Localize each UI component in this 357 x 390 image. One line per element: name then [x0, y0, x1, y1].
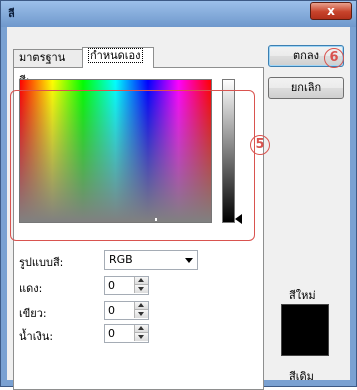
- color-dialog-window: ลี x มาตรฐาน กำหนดเอง สี: รูปแบบสี: R: [0, 0, 357, 390]
- close-button[interactable]: x: [310, 2, 352, 20]
- red-label: แดง:: [19, 282, 43, 295]
- dialog-body: มาตรฐาน กำหนดเอง สี: รูปแบบสี: RGB แดง:: [7, 27, 350, 390]
- green-value: 0: [108, 304, 115, 317]
- blue-label: น้ำเงิน:: [19, 330, 54, 343]
- annotation-marker-6: 6: [324, 48, 344, 68]
- annotation-marker-5: 5: [250, 135, 270, 155]
- app-icon: ลี: [8, 7, 15, 20]
- green-increment-button[interactable]: [134, 302, 148, 310]
- cancel-label: ยกเลิก: [290, 81, 322, 94]
- up-arrow-icon: [138, 326, 144, 330]
- down-arrow-icon: [138, 312, 144, 316]
- color-model-label: รูปแบบสี:: [19, 256, 64, 269]
- blue-value: 0: [108, 327, 115, 340]
- up-arrow-icon: [138, 278, 144, 282]
- ok-label: ตกลง: [293, 49, 319, 62]
- tab-custom-label: กำหนดเอง: [88, 48, 143, 63]
- color-preview-swatch: [281, 304, 329, 356]
- green-spinner[interactable]: 0: [104, 301, 149, 320]
- green-decrement-button[interactable]: [134, 310, 148, 318]
- up-arrow-icon: [138, 303, 144, 307]
- red-spinner[interactable]: 0: [104, 276, 149, 295]
- red-decrement-button[interactable]: [134, 285, 148, 293]
- blue-decrement-button[interactable]: [134, 333, 148, 341]
- blue-spinner[interactable]: 0: [104, 324, 149, 343]
- color-model-select[interactable]: RGB: [104, 250, 198, 270]
- current-color-label: สีเดิม: [289, 370, 314, 383]
- new-color-label: สีใหม่: [289, 289, 316, 302]
- tab-custom[interactable]: กำหนดเอง: [82, 47, 154, 68]
- tab-standard[interactable]: มาตรฐาน: [13, 49, 83, 67]
- down-arrow-icon: [138, 335, 144, 339]
- chevron-down-icon: [185, 258, 193, 263]
- red-increment-button[interactable]: [134, 277, 148, 285]
- tab-standard-label: มาตรฐาน: [19, 51, 66, 64]
- red-value: 0: [108, 279, 115, 292]
- spectrum-highlight-box: [10, 90, 255, 241]
- title-bar: ลี x: [1, 1, 356, 27]
- cancel-button[interactable]: ยกเลิก: [268, 77, 344, 99]
- color-model-value: RGB: [109, 253, 133, 266]
- down-arrow-icon: [138, 287, 144, 291]
- blue-increment-button[interactable]: [134, 325, 148, 333]
- green-label: เขียว:: [19, 307, 47, 320]
